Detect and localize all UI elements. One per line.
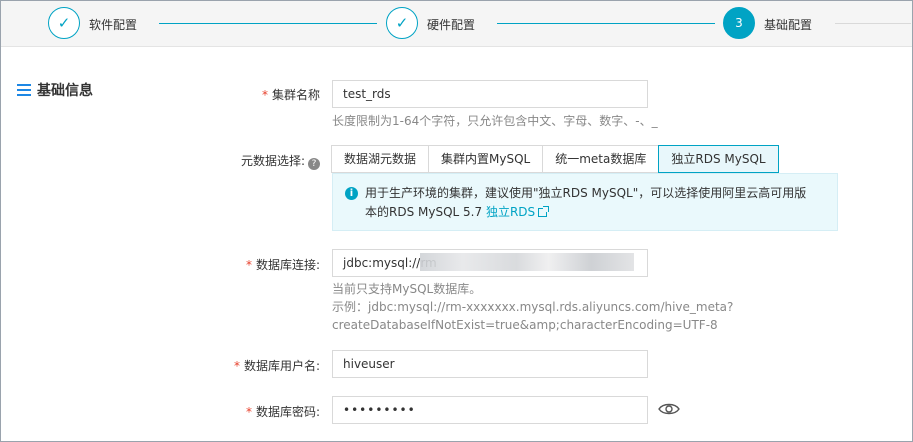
db-connection-label-text: 数据库连接: <box>255 258 320 272</box>
metadata-label: 元数据选择:? <box>220 152 320 170</box>
cluster-name-label-text: 集群名称 <box>271 88 320 102</box>
step-1-check-icon[interactable]: ✓ <box>48 7 80 39</box>
required-mark: * <box>261 88 268 102</box>
cluster-name-label: * 集群名称 <box>230 86 320 103</box>
db-password-label-text: 数据库密码: <box>255 405 320 419</box>
db-password-input[interactable]: ••••••••• <box>332 396 648 424</box>
help-icon[interactable]: ? <box>308 158 320 170</box>
db-user-label-text: 数据库用户名: <box>243 359 320 373</box>
section-title-text: 基础信息 <box>37 83 93 99</box>
external-link-icon[interactable] <box>538 206 550 217</box>
step-3-label[interactable]: 基础配置 <box>764 16 812 33</box>
step-1-label[interactable]: 软件配置 <box>89 16 137 33</box>
tab-datalake-metadata[interactable]: 数据湖元数据 <box>331 145 430 173</box>
metadata-label-text: 元数据选择: <box>240 154 305 168</box>
db-connection-label: * 数据库连接: <box>220 256 320 273</box>
list-icon <box>17 84 31 96</box>
step-2-check-icon[interactable]: ✓ <box>386 7 418 39</box>
redacted-region <box>420 253 634 271</box>
db-connection-hint-1: 当前只支持MySQL数据库。 <box>332 282 482 296</box>
required-mark: * <box>233 359 240 373</box>
info-icon: i <box>345 187 358 200</box>
db-connection-hint-2: 示例：jdbc:mysql://rm-xxxxxxx.mysql.rds.ali… <box>332 300 734 314</box>
notice-line-2: 本的RDS MySQL 5.7 独立RDS <box>365 203 825 222</box>
step-3-connector <box>835 23 911 24</box>
step-3-number[interactable]: 3 <box>723 7 755 39</box>
cluster-name-input[interactable]: test_rds <box>332 80 648 108</box>
tab-builtin-mysql[interactable]: 集群内置MySQL <box>428 145 544 173</box>
db-connection-hint-3: createDatabaseIfNotExist=true&amp;charac… <box>332 318 718 332</box>
step-2-connector <box>497 23 715 24</box>
section-title: 基础信息 <box>17 80 93 100</box>
db-user-label: * 数据库用户名: <box>200 357 320 374</box>
required-mark: * <box>245 258 252 272</box>
db-user-input[interactable]: hiveuser <box>332 350 648 378</box>
stepper: ✓ 软件配置 ✓ 硬件配置 3 基础配置 <box>1 1 912 47</box>
db-password-label: * 数据库密码: <box>200 403 320 420</box>
step-2-label[interactable]: 硬件配置 <box>427 16 475 33</box>
cluster-name-hint: 长度限制为1-64个字符，只允许包含中文、字母、数字、-、_ <box>332 114 658 128</box>
show-password-eye-icon[interactable] <box>658 402 680 416</box>
notice-line-1: 用于生产环境的集群，建议使用"独立RDS MySQL"，可以选择使用阿里云高可用… <box>365 186 807 200</box>
tab-independent-rds[interactable]: 独立RDS MySQL <box>658 145 779 173</box>
metadata-tabs: 数据湖元数据 集群内置MySQL 统一meta数据库 独立RDS MySQL <box>331 145 779 173</box>
rds-link[interactable]: 独立RDS <box>486 205 535 219</box>
notice-box: i 用于生产环境的集群，建议使用"独立RDS MySQL"，可以选择使用阿里云高… <box>332 173 838 231</box>
notice-line-2-text: 本的RDS MySQL 5.7 <box>365 205 483 219</box>
required-mark: * <box>245 405 252 419</box>
tab-unified-meta[interactable]: 统一meta数据库 <box>542 145 660 173</box>
step-1-connector <box>159 23 377 24</box>
